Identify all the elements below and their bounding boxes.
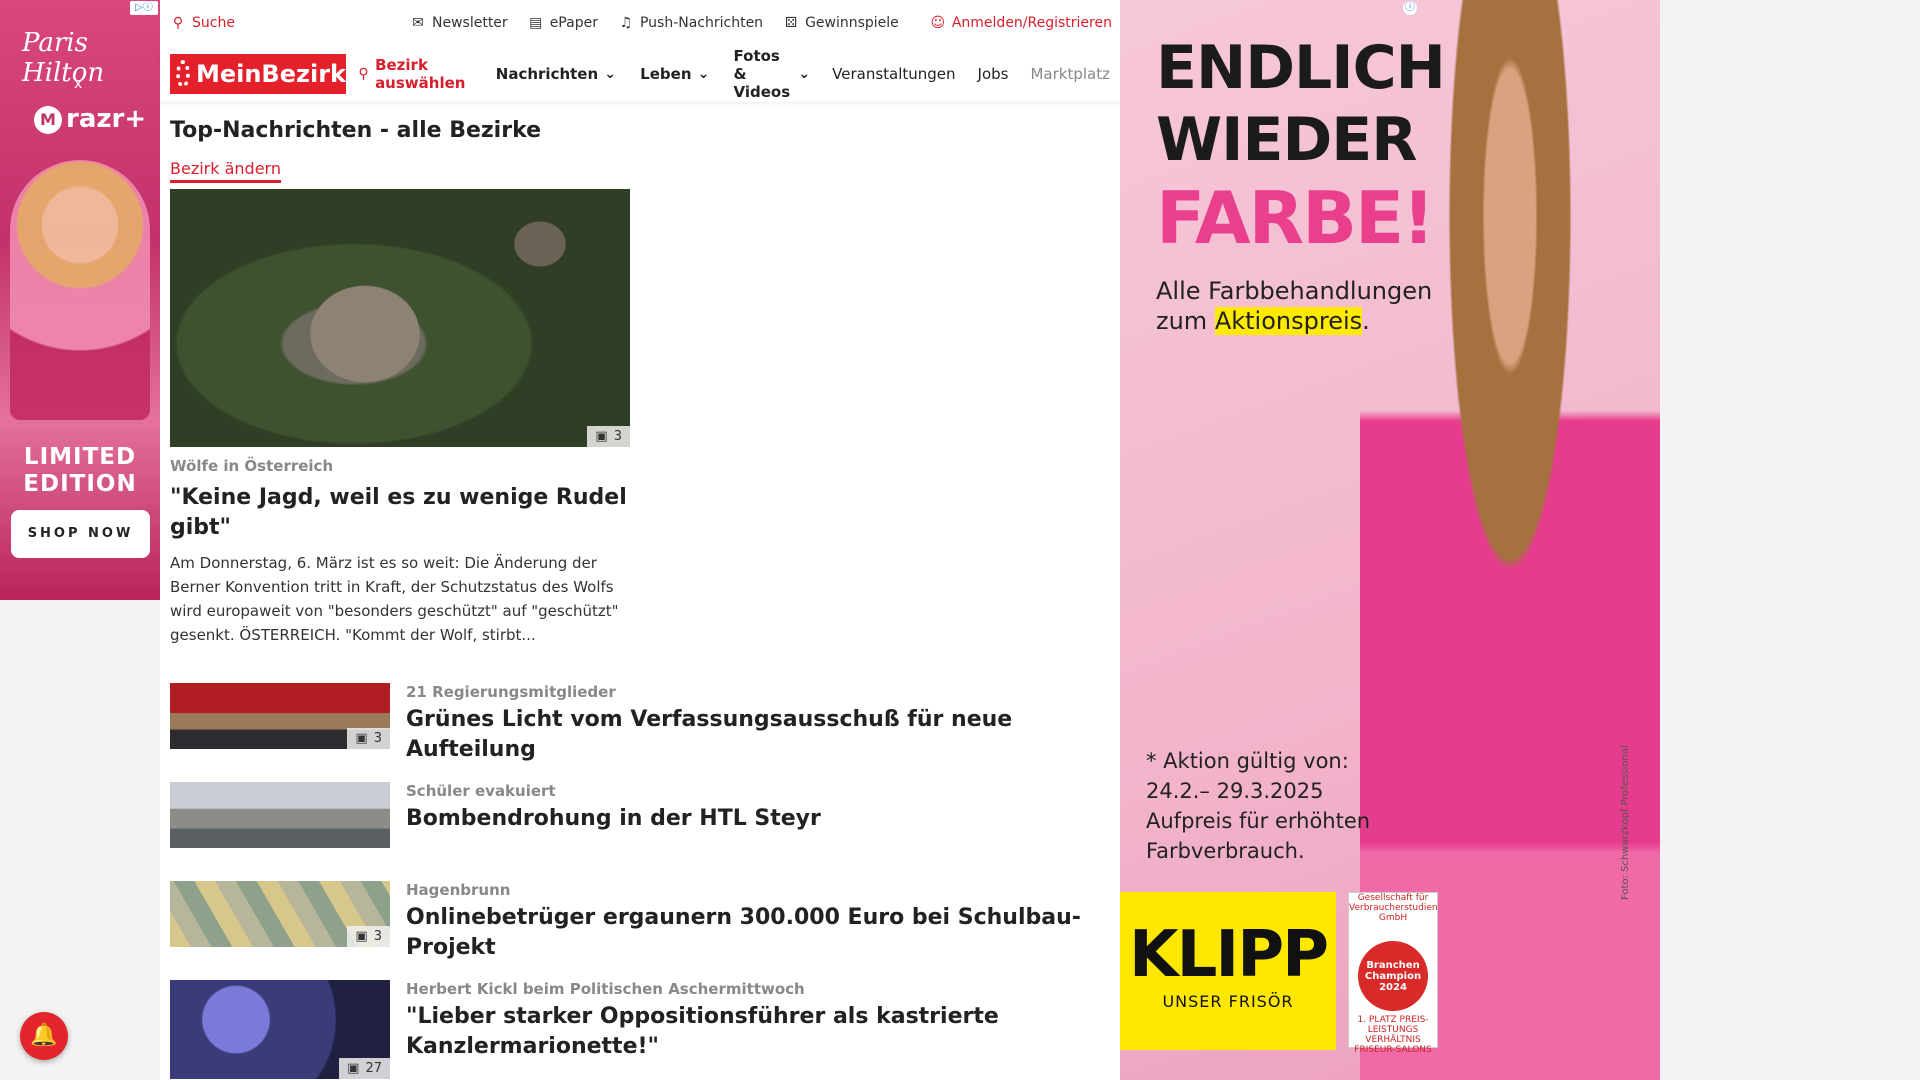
list-item[interactable]: ▣ 3 Hagenbrunn Onlinebetrüger ergaunern 3… (170, 881, 1110, 980)
article-thumbnail[interactable]: ▣ 3 (170, 683, 390, 749)
klipp-logo: KLIPP UNSER FRISÖR (1120, 892, 1336, 1050)
login-link[interactable]: ☺ Anmelden/Registrieren (930, 15, 1112, 31)
chevron-down-icon: ⌄ (798, 66, 811, 82)
wolf-shape (280, 259, 450, 409)
ad-subline: Alle Farbbehandlungen zum Aktionspreis. (1156, 277, 1433, 335)
search-icon: ⚲ (172, 15, 184, 31)
nav-items: Nachrichten ⌄ Leben ⌄ Fotos & Videos ⌄ Vera… (496, 47, 1110, 101)
top-bar: ⚲ Suche ✉ Newsletter ▤ ePaper ♫ Push-Nachri… (160, 0, 1120, 46)
article-thumbnail[interactable]: ▣ 27 (170, 980, 390, 1079)
push-notification-bell-icon[interactable]: 🔔 (20, 1012, 68, 1060)
newsletter-link[interactable]: ✉ Newsletter (410, 15, 508, 31)
nav-veranstaltungen[interactable]: Veranstaltungen (832, 47, 955, 101)
gallery-icon: ▣ (355, 929, 368, 944)
article-thumbnail[interactable] (170, 782, 390, 848)
nav-jobs[interactable]: Jobs (978, 47, 1009, 101)
login-label: Anmelden/Registrieren (951, 15, 1112, 31)
left-ad-banner[interactable]: ▷ⓘ Paris Hilton x Mrazr+ LIMITED EDITION… (0, 0, 160, 600)
gallery-icon: ▣ (355, 731, 368, 746)
nav-nachrichten[interactable]: Nachrichten ⌄ (496, 47, 618, 101)
nav-leben[interactable]: Leben ⌄ (640, 47, 711, 101)
image-count-badge: ▣ 3 (587, 426, 630, 447)
dice-icon: ⚄ (784, 15, 798, 31)
hero-teaser: Am Donnerstag, 6. März ist es so weit: D… (170, 554, 619, 644)
article-headline[interactable]: "Lieber starker Oppositionsführer als ka… (406, 1002, 1110, 1062)
article-kicker: 21 Regierungsmitglieder (406, 683, 616, 701)
article-thumbnail[interactable]: ▣ 3 (170, 881, 390, 947)
article-list: ▣ 3 21 Regierungsmitglieder Grünes Licht … (170, 683, 1110, 1079)
ad-x: x (74, 76, 83, 92)
motorola-logo-icon: M (34, 105, 62, 134)
article-headline[interactable]: Bombendrohung in der HTL Steyr (406, 804, 821, 834)
article-kicker: Schüler evakuiert (406, 782, 556, 800)
main-nav: MeinBezirk ⚲ Bezirk auswählen Nachrichte… (160, 46, 1120, 102)
chevron-down-icon: ⌄ (697, 66, 710, 82)
list-item[interactable]: ▣ 3 21 Regierungsmitglieder Grünes Licht … (170, 683, 1110, 782)
image-count-badge: ▣ 3 (347, 926, 390, 947)
push-link[interactable]: ♫ Push-Nachrichten (618, 15, 763, 31)
award-seal: Gesellschaft für Verbraucherstudien GmbH… (1348, 892, 1438, 1055)
location-pin-icon: ⚲ (358, 66, 369, 82)
chevron-down-icon: ⌄ (604, 66, 617, 82)
gallery-icon: ▣ (595, 429, 608, 444)
list-item[interactable]: ▣ 27 Herbert Kickl beim Politischen Asche… (170, 980, 1110, 1079)
right-ad-banner[interactable]: ⓘ ENDLICH WIEDER FARBE! Alle Farbbehandlu… (1120, 0, 1660, 1080)
ad-limited-edition: LIMITED EDITION (23, 444, 137, 497)
list-item[interactable]: Schüler evakuiert Bombendrohung in der H… (170, 782, 1110, 881)
ad-note: * Aktion gültig von: 24.2.– 29.3.2025 Au… (1146, 749, 1371, 863)
ad-headline-accent: FARBE! (1156, 176, 1435, 260)
content: Top-Nachrichten - alle Bezirke Bezirk än… (160, 102, 1120, 1079)
wolf-shape (500, 209, 580, 279)
ad-brand-paris: Paris Hilton (22, 28, 105, 88)
photo-credit: Foto: Schwarzkopf Professional (1620, 745, 1631, 900)
hero-article[interactable]: ▣ 3 Wölfe in Österreich "Keine Jagd, weil… (170, 189, 630, 647)
user-icon: ☺ (930, 15, 946, 31)
hero-kicker: Wölfe in Österreich (170, 457, 334, 475)
ad-headline: ENDLICH WIEDER (1156, 33, 1446, 175)
page-title: Top-Nachrichten - alle Bezirke (170, 118, 542, 143)
image-count-badge: ▣ 3 (347, 728, 390, 749)
nav-fotos-videos[interactable]: Fotos & Videos ⌄ (734, 47, 811, 101)
hero-image[interactable]: ▣ 3 (170, 189, 630, 447)
adchoices-icon[interactable]: ▷ⓘ (130, 1, 158, 15)
bezirk-select[interactable]: ⚲ Bezirk auswählen (358, 56, 478, 92)
shop-now-button[interactable]: SHOP NOW (11, 510, 150, 558)
gallery-icon: ▣ (347, 1061, 360, 1076)
nav-marktplatz[interactable]: Marktplatz (1030, 47, 1110, 101)
bezirk-aendern-link[interactable]: Bezirk ändern (170, 159, 281, 183)
top-links: ✉ Newsletter ▤ ePaper ♫ Push-Nachrichten ⚄ G… (410, 15, 899, 31)
main-column: ⚲ Suche ✉ Newsletter ▤ ePaper ♫ Push-Nachri… (160, 0, 1120, 1080)
hero-headline[interactable]: "Keine Jagd, weil es zu wenige Rudel gib… (170, 483, 630, 543)
ad-brand-razr: Mrazr+ (34, 104, 146, 134)
adchoices-icon[interactable]: ⓘ (1403, 1, 1417, 15)
epaper-link[interactable]: ▤ ePaper (528, 15, 598, 31)
newspaper-icon: ▤ (529, 15, 543, 31)
article-kicker: Hagenbrunn (406, 881, 511, 899)
article-headline[interactable]: Onlinebetrüger ergaunern 300.000 Euro be… (406, 903, 1110, 963)
search-link[interactable]: ⚲ Suche (170, 15, 235, 31)
article-kicker: Herbert Kickl beim Politischen Aschermit… (406, 980, 805, 998)
gewinnspiele-link[interactable]: ⚄ Gewinnspiele (783, 15, 899, 31)
logo-sun-icon (176, 60, 190, 88)
article-headline[interactable]: Grünes Licht vom Verfassungsausschuß für… (406, 705, 1110, 765)
page: ▷ⓘ Paris Hilton x Mrazr+ LIMITED EDITION… (0, 0, 1920, 1080)
image-count-badge: ▣ 27 (339, 1058, 390, 1079)
mail-icon: ✉ (412, 15, 424, 31)
meinbezirk-logo[interactable]: MeinBezirk (170, 54, 346, 94)
bell-icon: ♫ (619, 15, 633, 31)
ad-model-image (10, 160, 150, 420)
search-label: Suche (192, 15, 235, 31)
